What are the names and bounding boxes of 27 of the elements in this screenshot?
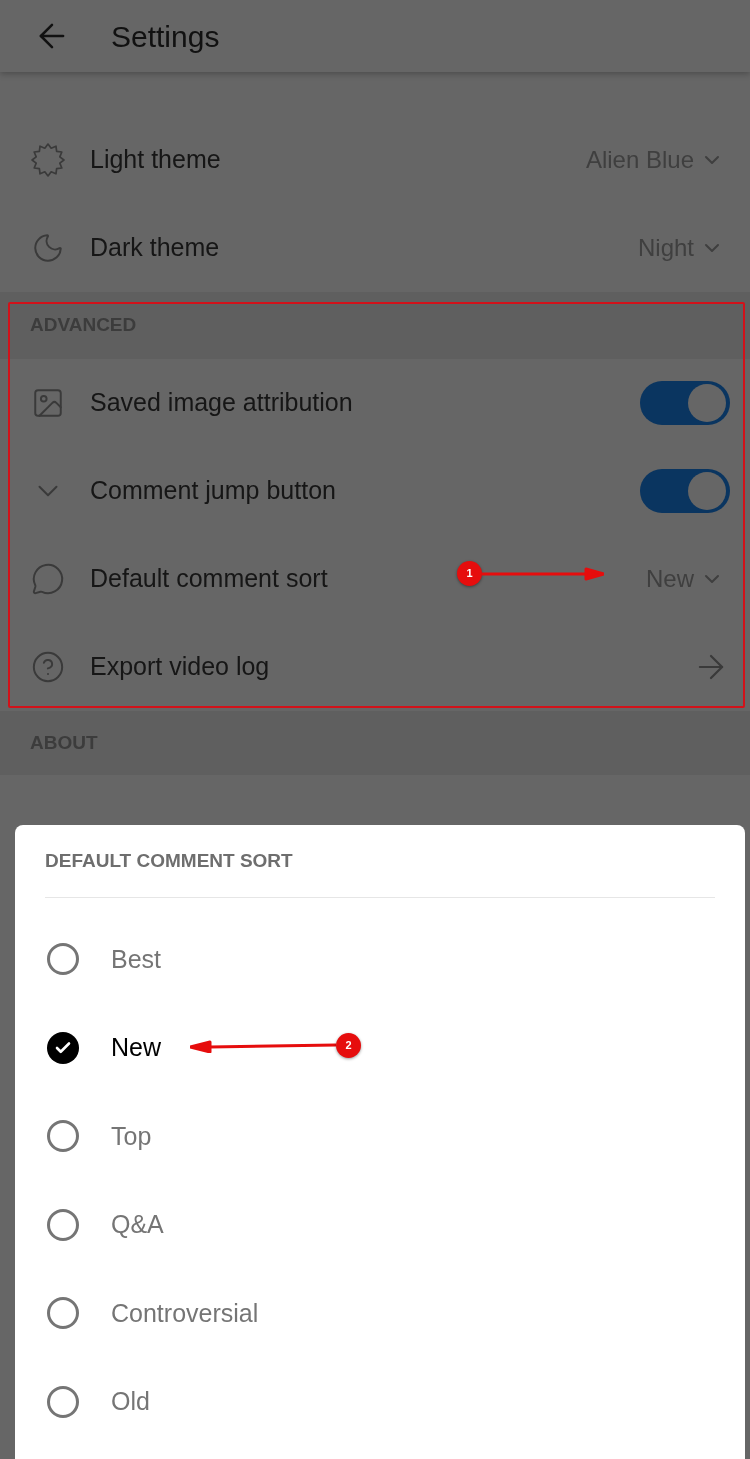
image-icon: [31, 386, 65, 420]
setting-label[interactable]: Saved image attribution: [90, 388, 353, 417]
radio-button[interactable]: [47, 1297, 79, 1330]
radio-button[interactable]: [47, 1208, 79, 1241]
option-label[interactable]: Best: [111, 940, 162, 978]
setting-label[interactable]: Dark theme: [90, 233, 220, 262]
setting-label[interactable]: Default comment sort: [90, 564, 328, 593]
radio-button[interactable]: [47, 1031, 79, 1064]
option-label[interactable]: Old: [111, 1383, 150, 1421]
help-icon: [31, 650, 65, 684]
top-app-bar: Settings: [0, 0, 750, 72]
speech-bubble-icon: [31, 562, 65, 596]
moon-icon: [31, 231, 65, 265]
setting-label[interactable]: Comment jump button: [90, 476, 336, 505]
radio-button[interactable]: [47, 943, 79, 976]
radio-button[interactable]: [47, 1120, 79, 1153]
option-label[interactable]: Q&A: [111, 1206, 164, 1244]
toggle-switch[interactable]: [640, 381, 730, 425]
option-label[interactable]: Top: [111, 1117, 152, 1155]
radio-button[interactable]: [47, 1385, 79, 1418]
toggle-switch[interactable]: [640, 469, 730, 513]
option-label[interactable]: New: [111, 1029, 161, 1067]
setting-label[interactable]: Light theme: [90, 145, 221, 174]
option-label[interactable]: Controversial: [111, 1294, 259, 1332]
sun-icon: [31, 143, 65, 177]
setting-label[interactable]: Export video log: [90, 652, 270, 681]
annotation-marker: 1: [457, 561, 482, 586]
